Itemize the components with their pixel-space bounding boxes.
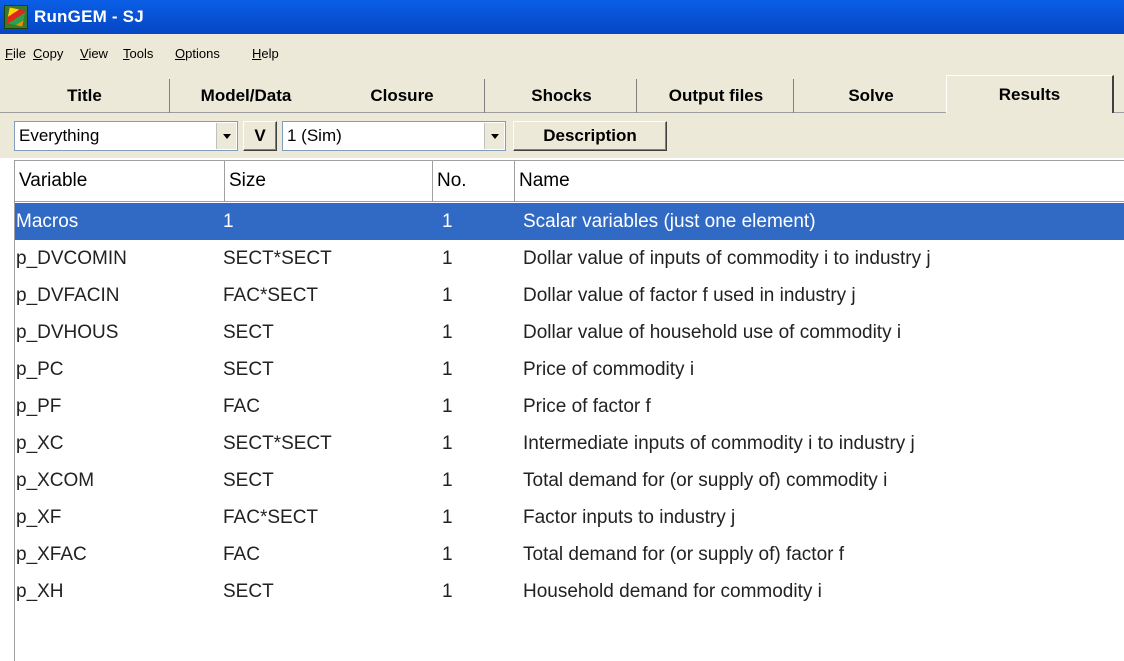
table-row[interactable]: p_XC SECT*SECT 1 Intermediate inputs of com… — [14, 425, 1124, 462]
column-header-name[interactable]: Name — [514, 161, 1124, 201]
cell-variable: p_PF — [16, 395, 62, 417]
description-button[interactable]: Description — [513, 121, 667, 151]
cell-variable: p_DVHOUS — [16, 321, 119, 343]
cell-no: 1 — [442, 284, 453, 306]
cell-variable: p_XFAC — [16, 543, 87, 565]
menu-bar: File Copy View Tools Options Help — [0, 34, 1124, 75]
table-row[interactable]: p_PF FAC 1 Price of factor f — [14, 388, 1124, 425]
menu-view[interactable]: View — [80, 46, 108, 61]
cell-name: Total demand for (or supply of) factor f — [523, 543, 845, 565]
filter-select[interactable]: Everything — [14, 121, 238, 151]
results-toolbar: Everything V 1 (Sim) Description — [0, 113, 1124, 158]
window-title: RunGEM - SJ — [34, 7, 144, 26]
results-table: Variable Size No. Name Macros 1 1 Scalar va… — [14, 160, 1124, 661]
cell-name: Price of commodity i — [523, 358, 695, 380]
table-row[interactable]: p_DVCOMIN SECT*SECT 1 Dollar value of input… — [14, 240, 1124, 277]
tab-shocks[interactable]: Shocks — [487, 79, 637, 113]
cell-variable: p_XC — [16, 432, 64, 454]
cell-size: 1 — [223, 210, 234, 232]
cell-name: Factor inputs to industry j — [523, 506, 736, 528]
cell-size: SECT — [223, 321, 274, 343]
filter-value: Everything — [19, 126, 100, 145]
tab-closure[interactable]: Closure — [320, 79, 485, 113]
title-bar[interactable]: RunGEM - SJ — [0, 0, 1124, 34]
tab-output-files[interactable]: Output files — [639, 79, 794, 113]
cell-variable: p_XF — [16, 506, 62, 528]
cell-size: FAC*SECT — [223, 506, 319, 528]
cell-variable: p_DVCOMIN — [16, 247, 127, 269]
cell-variable: p_XCOM — [16, 469, 95, 491]
cell-variable: p_XH — [16, 580, 64, 602]
table-row[interactable]: p_DVFACIN FAC*SECT 1 Dollar value of factor… — [14, 277, 1124, 314]
table-row[interactable]: p_XFAC FAC 1 Total demand for (or supply of… — [14, 536, 1124, 573]
simulation-select[interactable]: 1 (Sim) — [282, 121, 506, 151]
cell-size: FAC — [223, 395, 260, 417]
chevron-down-icon[interactable] — [484, 123, 504, 149]
table-row[interactable]: p_DVHOUS SECT 1 Dollar value of household u… — [14, 314, 1124, 351]
table-row[interactable]: p_XCOM SECT 1 Total demand for (or supply o… — [14, 462, 1124, 499]
cell-no: 1 — [442, 358, 453, 380]
menu-tools[interactable]: Tools — [123, 46, 153, 61]
cell-name: Total demand for (or supply of) commodit… — [523, 469, 888, 491]
table-row[interactable]: p_XF FAC*SECT 1 Factor inputs to industry j — [14, 499, 1124, 536]
tab-strip: Title Model/Data Closure Shocks Output f… — [0, 75, 1124, 114]
v-button[interactable]: V — [243, 121, 277, 151]
cell-no: 1 — [442, 321, 453, 343]
simulation-value: 1 (Sim) — [287, 126, 342, 145]
cell-size: SECT — [223, 358, 274, 380]
rungem-app-icon[interactable] — [4, 5, 28, 29]
tab-results[interactable]: Results — [946, 75, 1114, 114]
cell-size: FAC*SECT — [223, 284, 319, 306]
menu-file[interactable]: File — [5, 46, 26, 61]
cell-name: Dollar value of household use of commodi… — [523, 321, 902, 343]
cell-no: 1 — [442, 210, 453, 232]
column-header-size[interactable]: Size — [224, 161, 432, 201]
cell-no: 1 — [442, 543, 453, 565]
tab-solve[interactable]: Solve — [796, 79, 946, 113]
column-header-variable[interactable]: Variable — [14, 161, 224, 201]
cell-no: 1 — [442, 395, 453, 417]
cell-size: SECT — [223, 580, 274, 602]
cell-size: SECT*SECT — [223, 247, 332, 269]
table-row[interactable]: Macros 1 1 Scalar variables (just one eleme… — [14, 203, 1124, 240]
tab-title[interactable]: Title — [0, 79, 170, 113]
cell-size: SECT — [223, 469, 274, 491]
cell-name: Intermediate inputs of commodity i to in… — [523, 432, 915, 454]
cell-size: SECT*SECT — [223, 432, 332, 454]
menu-copy[interactable]: Copy — [33, 46, 63, 61]
cell-no: 1 — [442, 506, 453, 528]
table-border — [14, 160, 15, 661]
cell-variable: Macros — [16, 210, 79, 232]
cell-name: Dollar value of factor f used in industr… — [523, 284, 856, 306]
column-header-no[interactable]: No. — [432, 161, 514, 201]
cell-name: Price of factor f — [523, 395, 651, 417]
cell-no: 1 — [442, 580, 453, 602]
cell-variable: p_PC — [16, 358, 64, 380]
cell-name: Scalar variables (just one element) — [523, 210, 816, 232]
cell-variable: p_DVFACIN — [16, 284, 120, 306]
tab-model-data[interactable]: Model/Data — [172, 79, 320, 113]
cell-no: 1 — [442, 469, 453, 491]
cell-no: 1 — [442, 432, 453, 454]
table-row[interactable]: p_XH SECT 1 Household demand for commodity … — [14, 573, 1124, 610]
cell-no: 1 — [442, 247, 453, 269]
chevron-down-icon[interactable] — [216, 123, 236, 149]
cell-name: Household demand for commodity i — [523, 580, 822, 602]
menu-options[interactable]: Options — [175, 46, 220, 61]
menu-help[interactable]: Help — [252, 46, 279, 61]
cell-size: FAC — [223, 543, 260, 565]
cell-name: Dollar value of inputs of commodity i to… — [523, 247, 931, 269]
table-header: Variable Size No. Name — [14, 160, 1124, 202]
table-row[interactable]: p_PC SECT 1 Price of commodity i — [14, 351, 1124, 388]
